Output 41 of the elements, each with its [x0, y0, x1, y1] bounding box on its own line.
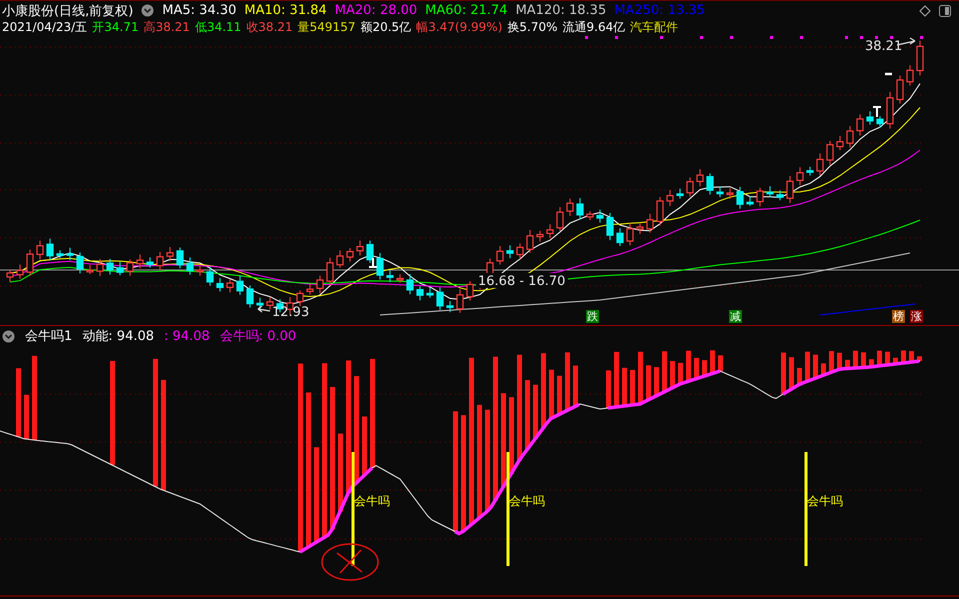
panel-toggle-icon[interactable] — [939, 4, 951, 16]
quote-field: 额20.5亿 — [360, 19, 412, 36]
sector-label: 汽车配件 — [630, 19, 678, 36]
signal-tag: 涨 — [910, 310, 923, 323]
ma-value: MA20: 28.00 — [334, 3, 418, 18]
signal-tag: 减 — [729, 310, 742, 323]
signal-tag: 榜 — [892, 310, 905, 323]
circle-scribble-drawing — [321, 543, 379, 581]
peak-marker-icon — [368, 257, 378, 268]
signal-tag: 跌 — [586, 310, 599, 323]
top-marker-icon — [872, 106, 882, 118]
indicator-value: : 94.08 — [164, 328, 210, 344]
range-label: 16.68 - 16.70 — [478, 274, 566, 289]
signal-label: 会牛吗 — [354, 493, 390, 510]
ma-value: MA60: 21.74 — [425, 3, 508, 18]
low-price-label: 12.93 — [272, 305, 310, 320]
high-price-label: 38.21 — [865, 39, 902, 54]
quote-field: 高38.21 — [144, 19, 190, 36]
quote-field: 流通9.64亿 — [562, 19, 626, 36]
ma-value: MA120: 18.35 — [516, 3, 606, 18]
quote-field: 量549157 — [298, 19, 356, 36]
quote-field: 开34.71 — [92, 19, 139, 36]
quote-date: 2021/04/23/五 — [2, 19, 88, 36]
signal-label: 会牛吗 — [509, 493, 545, 510]
ma-value: MA250: 13.35 — [614, 3, 705, 18]
indicator-name: 会牛吗1 — [25, 328, 72, 345]
dash-marker-icon — [885, 72, 892, 76]
quote-field: 换5.70% — [507, 19, 558, 36]
dropdown-icon[interactable] — [2, 330, 15, 342]
ma-value: MA5: 34.30 — [162, 3, 236, 18]
indicator-value: 动能: 94.08 — [82, 328, 154, 345]
quote-field: 收38.21 — [246, 19, 293, 36]
stock-title: 小康股份(日线,前复权) — [2, 2, 134, 20]
indicator-value: 会牛吗: 0.00 — [220, 328, 296, 345]
ma-value: MA10: 31.84 — [244, 3, 327, 18]
diamond-icon[interactable] — [919, 4, 931, 16]
quote-field: 低34.11 — [194, 19, 242, 36]
quote-field: 幅3.47(9.99%) — [416, 19, 502, 36]
dropdown-icon[interactable] — [141, 4, 154, 17]
low-arrow-icon — [257, 305, 271, 313]
signal-label: 会牛吗 — [807, 493, 843, 510]
